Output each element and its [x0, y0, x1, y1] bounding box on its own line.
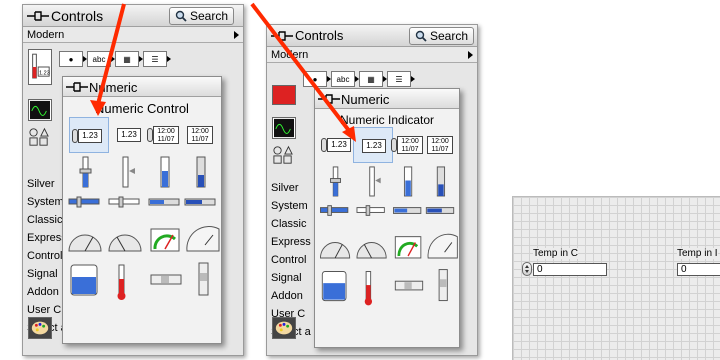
temp-f-indicator: 0: [677, 263, 720, 276]
red-arrowhead-left: [90, 100, 106, 116]
screenshot-stage: Controls Search Modern ● abc ▦ ☰ 1.23 Si…: [0, 0, 720, 360]
red-arrow-left: [96, 3, 126, 105]
temp-c-control[interactable]: 0: [533, 263, 607, 276]
increment-decrement-icon[interactable]: [522, 262, 532, 276]
temp-f-label: Temp in I: [677, 248, 718, 259]
front-panel-grid[interactable]: Temp in C 0 Temp in I 0: [512, 196, 720, 360]
temp-c-label: Temp in C: [533, 248, 579, 259]
red-arrow-right: [250, 2, 352, 134]
